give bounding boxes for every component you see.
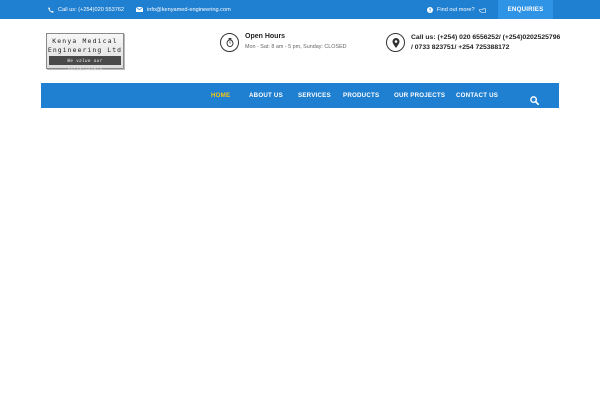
question-circle-icon: ? [427,6,433,13]
find-out-more-link[interactable]: ? Find out more? [427,0,486,19]
map-marker-icon [386,33,405,52]
nav-home[interactable]: HOME [211,83,230,108]
phone-icon [48,6,54,13]
envelope-icon [136,7,143,12]
nav-products[interactable]: PRODUCTS [343,83,379,108]
top-email[interactable]: info@kenyamed-engineering.com [136,0,231,19]
logo-tagline: We value our relationship [49,56,121,72]
svg-text:?: ? [429,7,432,12]
find-out-more-text: Find out more? [437,6,475,13]
top-bar: Call us: (+254)020 553762 info@kenyamed-… [0,0,600,19]
clock-icon [220,33,239,52]
logo-line-2: Engineering Ltd [47,46,123,54]
nav-about-us[interactable]: ABOUT US [249,83,283,108]
nav-contact-us[interactable]: CONTACT US [456,83,498,108]
logo-line-1: Kenya Medical [52,37,118,45]
top-email-text: info@kenyamed-engineering.com [147,6,231,13]
hand-pointer-icon [478,7,486,13]
open-hours-title: Open Hours [245,33,286,40]
company-logo[interactable]: Kenya Medical Engineering Ltd We value o… [46,33,124,72]
enquiries-button[interactable]: ENQUIRIES [498,0,553,19]
main-navigation: HOME ABOUT US SERVICES PRODUCTS OUR PROJ… [41,83,559,108]
call-us-text: Call us: (+254) 020 6556252/ (+254)02025… [411,34,561,51]
search-icon[interactable] [530,92,540,106]
nav-our-projects[interactable]: OUR PROJECTS [394,83,445,108]
top-phone[interactable]: Call us: (+254)020 553762 [48,0,124,19]
open-hours-text: Mon - Sat: 8 am - 5 pm, Sunday: CLOSED [245,44,347,50]
top-phone-text: Call us: (+254)020 553762 [58,6,125,13]
nav-services[interactable]: SERVICES [298,83,331,108]
